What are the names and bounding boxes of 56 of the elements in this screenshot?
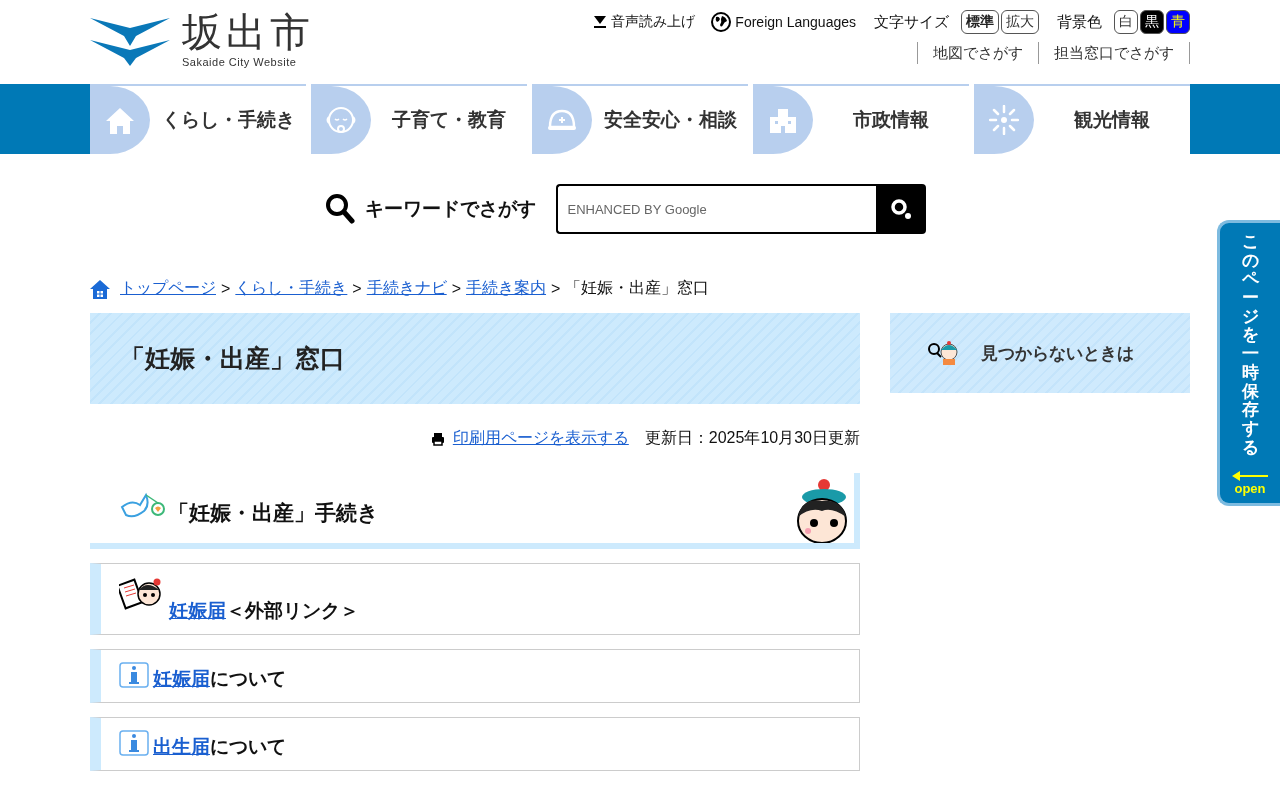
background-color-button[interactable]: 青 bbox=[1166, 10, 1190, 34]
house-icon bbox=[105, 105, 135, 135]
page-title: 「妊娠・出産」窓口 bbox=[90, 313, 860, 404]
text-size-label: 文字サイズ bbox=[874, 12, 949, 32]
text-size-button[interactable]: 拡大 bbox=[1001, 10, 1039, 34]
background-color-button[interactable]: 白 bbox=[1114, 10, 1138, 34]
breadcrumb-separator: > bbox=[352, 279, 362, 298]
nav-tab[interactable]: 安全安心・相談 bbox=[532, 84, 748, 154]
info-icon bbox=[119, 730, 149, 756]
text-size-button[interactable]: 標準 bbox=[961, 10, 999, 34]
left-arrow-icon bbox=[1232, 471, 1268, 482]
info-icon bbox=[119, 662, 149, 688]
link[interactable]: 妊娠届 bbox=[169, 600, 226, 621]
link[interactable]: 出生届 bbox=[153, 736, 210, 757]
breadcrumb-link[interactable]: くらし・手続き bbox=[235, 278, 348, 299]
background-color-label: 背景色 bbox=[1057, 12, 1102, 32]
nav-tab[interactable]: 子育て・教育 bbox=[311, 84, 527, 154]
download-arrow-icon bbox=[593, 15, 608, 29]
link-card-text: 妊娠届について bbox=[153, 667, 286, 691]
breadcrumb-link[interactable]: 手続きナビ bbox=[366, 278, 447, 299]
breadcrumb-separator: > bbox=[221, 279, 231, 298]
city-emblem-icon bbox=[90, 16, 170, 66]
breadcrumb-current: 「妊娠・出産」窓口 bbox=[565, 278, 710, 298]
search-label: キーワードでさがす bbox=[364, 197, 536, 221]
read-aloud-link[interactable]: 音声読み上げ bbox=[593, 13, 696, 31]
breadcrumb-link[interactable]: 手続き案内 bbox=[466, 278, 547, 299]
logo-subtitle: Sakaide City Website bbox=[182, 56, 298, 68]
print-link[interactable]: 印刷用ページを表示する bbox=[430, 428, 629, 449]
search-icon bbox=[889, 198, 912, 220]
header-link[interactable]: 担当窓口でさがす bbox=[1038, 42, 1189, 64]
city-name[interactable]: 坂出市 bbox=[182, 10, 314, 54]
globe-icon bbox=[711, 12, 732, 32]
save-page-tab[interactable]: このページを一時保存する open bbox=[1217, 220, 1280, 506]
link[interactable]: 妊娠届 bbox=[153, 668, 210, 689]
breadcrumb-separator: > bbox=[451, 279, 462, 298]
printer-icon bbox=[430, 431, 445, 446]
nav-tab[interactable]: 市政情報 bbox=[753, 84, 969, 154]
home-icon bbox=[90, 278, 110, 299]
baby-icon bbox=[326, 105, 356, 135]
section-heading: 「妊娠・出産」手続き bbox=[168, 500, 380, 526]
search-icon bbox=[324, 193, 355, 225]
header-link[interactable]: 地図でさがす bbox=[917, 42, 1038, 64]
mascot-with-magnifier-icon bbox=[926, 340, 961, 366]
breadcrumb-separator: > bbox=[551, 279, 561, 298]
foreign-languages-link[interactable]: Foreign Languages bbox=[711, 12, 856, 32]
firework-icon bbox=[989, 105, 1019, 135]
background-color-button[interactable]: 黒 bbox=[1140, 10, 1164, 34]
help-button[interactable]: 見つからないときは bbox=[890, 313, 1190, 393]
updated-date: 更新日：2025年10月30日更新 bbox=[644, 428, 860, 448]
search-button[interactable] bbox=[875, 184, 926, 234]
search-field[interactable]: ENHANCED BY Google bbox=[555, 184, 876, 234]
nav-tab[interactable]: くらし・手続き bbox=[90, 84, 306, 154]
link-card-text: 出生届について bbox=[153, 735, 286, 759]
breadcrumb-link[interactable]: トップページ bbox=[120, 278, 216, 299]
link-card-text: 妊娠届＜外部リンク＞ bbox=[169, 599, 359, 623]
nav-tab[interactable]: 観光情報 bbox=[974, 84, 1190, 154]
